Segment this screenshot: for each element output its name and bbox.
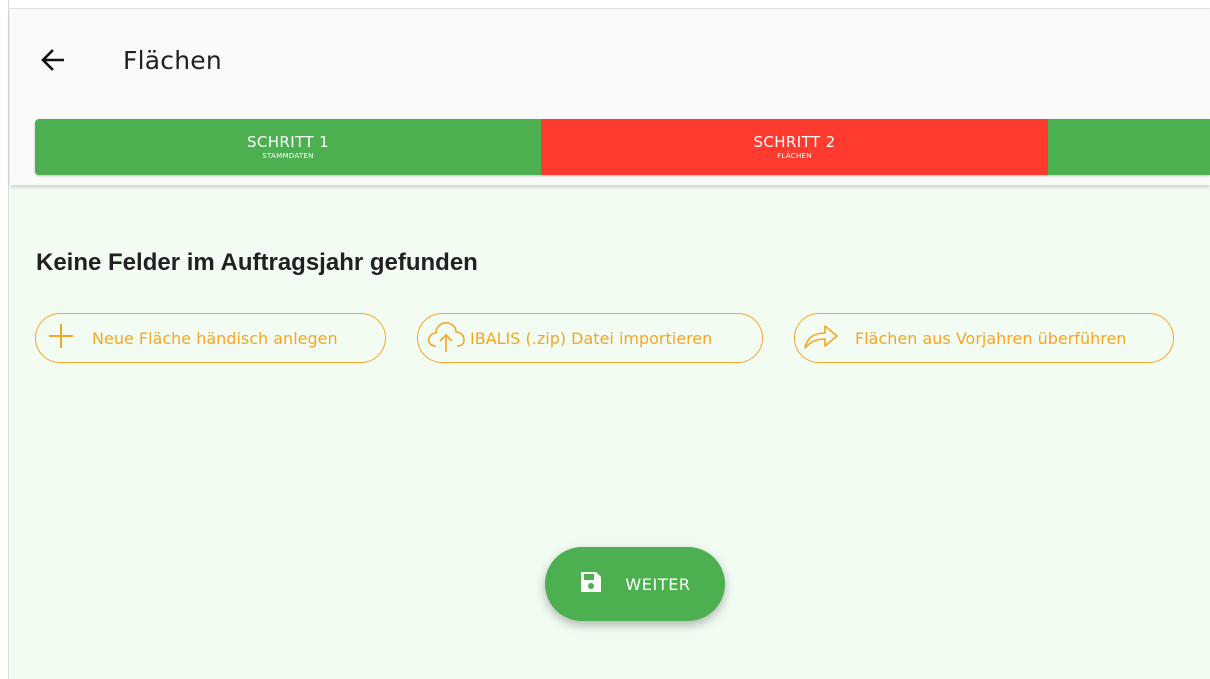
page-title: Flächen [123,46,222,75]
arrow-left-icon [41,49,65,75]
back-button[interactable] [36,47,70,77]
app-window: Flächen SCHRITT 1 STAMMDATEN SCHRITT 2 F… [0,0,1210,679]
step-title: SCHRITT 2 [753,132,836,151]
plus-icon [44,319,78,357]
left-panel-edge [0,0,9,679]
share-arrow-icon [801,318,841,358]
step-flaechen[interactable]: SCHRITT 2 FLÄCHEN [541,119,1048,175]
main-content: Keine Felder im Auftragsjahr gefunden Ne… [10,185,1210,679]
import-ibalis-button[interactable]: IBALIS (.zip) Datei importieren [417,313,763,363]
stepper: SCHRITT 1 STAMMDATEN SCHRITT 2 FLÄCHEN [35,119,1210,175]
import-ibalis-label: IBALIS (.zip) Datei importieren [470,328,713,348]
cloud-upload-icon [424,316,468,360]
app-header: Flächen SCHRITT 1 STAMMDATEN SCHRITT 2 F… [10,9,1210,185]
weiter-label: WEITER [625,574,691,594]
step-stammdaten[interactable]: SCHRITT 1 STAMMDATEN [35,119,541,175]
weiter-button[interactable]: WEITER [545,547,725,621]
empty-state-headline: Keine Felder im Auftragsjahr gefunden [36,249,478,276]
step-subtitle: FLÄCHEN [777,151,812,160]
transfer-areas-button[interactable]: Flächen aus Vorjahren überführen [794,313,1174,363]
step-subtitle: STAMMDATEN [262,151,314,160]
step-title: SCHRITT 1 [246,132,330,151]
new-area-button[interactable]: Neue Fläche händisch anlegen [35,313,386,363]
step-3[interactable] [1048,119,1210,175]
transfer-areas-label: Flächen aus Vorjahren überführen [855,328,1127,348]
new-area-label: Neue Fläche händisch anlegen [92,328,338,348]
save-icon [579,570,603,598]
